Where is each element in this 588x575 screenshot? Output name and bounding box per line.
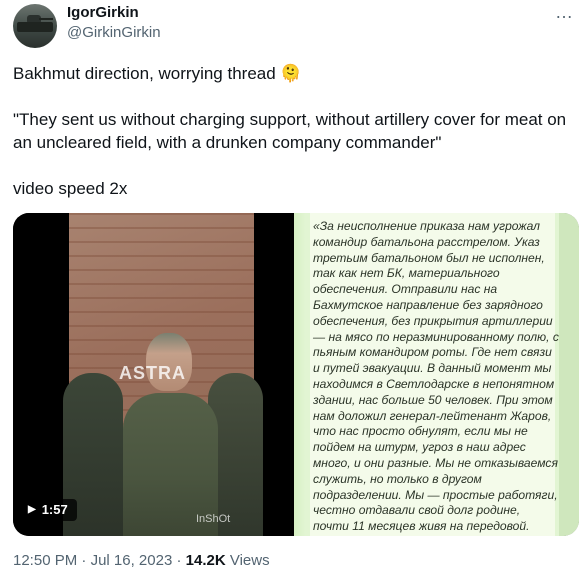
app-watermark: InShOt: [196, 513, 231, 525]
tweet-text: Bakhmut direction, worrying thread 🫠 "Th…: [13, 62, 578, 200]
more-options-icon[interactable]: …: [555, 2, 574, 23]
video-duration: 1:57: [41, 502, 68, 517]
tweet-media[interactable]: ASTRA InShOt ▶ 1:57 «За неисполнение при…: [13, 213, 579, 536]
message-text: «За неисполнение приказа нам угрожал ком…: [313, 219, 559, 536]
video-watermark: ASTRA: [119, 363, 186, 383]
author-handle[interactable]: @GirkinGirkin: [67, 24, 161, 41]
views-count: 14.2K: [185, 552, 226, 569]
views-label: Views: [229, 552, 270, 569]
tank-body: [17, 22, 53, 32]
author-name[interactable]: IgorGirkin: [67, 4, 139, 21]
tweet-time[interactable]: 12:50 PM: [13, 552, 77, 569]
meta-separator: ·: [176, 552, 182, 569]
chat-background-edge: [559, 213, 579, 536]
tank-gun: [39, 18, 53, 20]
video-duration-badge[interactable]: ▶ 1:57: [19, 499, 77, 521]
tweet-date[interactable]: Jul 16, 2023: [91, 552, 173, 569]
text-screenshot-image[interactable]: «За неисполнение приказа нам угрожал ком…: [294, 213, 579, 536]
tweet-line-1: Bakhmut direction, worrying thread 🫠: [13, 64, 302, 83]
tweet-line-2: "They sent us without charging support, …: [13, 110, 567, 152]
video-player[interactable]: ASTRA InShOt ▶ 1:57: [13, 213, 303, 536]
meta-separator: ·: [81, 552, 87, 569]
tweet-line-3: video speed 2x: [13, 179, 128, 198]
author-avatar[interactable]: [13, 4, 57, 48]
play-icon: ▶: [28, 504, 36, 515]
tweet-meta: 12:50 PM · Jul 16, 2023 · 14.2K Views: [13, 552, 270, 569]
